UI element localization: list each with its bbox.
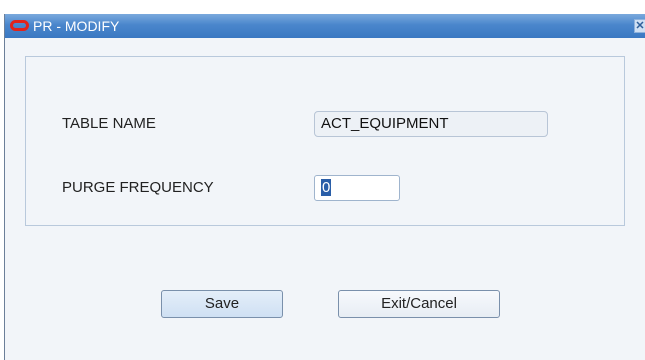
purge-frequency-label: PURGE FREQUENCY (62, 179, 214, 196)
form-panel: TABLE NAME ACT_EQUIPMENT PURGE FREQUENCY… (25, 56, 625, 226)
window-title: PR - MODIFY (33, 18, 120, 34)
exit-cancel-button[interactable]: Exit/Cancel (338, 290, 500, 318)
table-name-field: ACT_EQUIPMENT (314, 111, 548, 137)
save-button[interactable]: Save (161, 290, 283, 318)
oracle-logo-icon (10, 20, 29, 31)
dialog-window: PR - MODIFY ✕ TABLE NAME ACT_EQUIPMENT P… (4, 14, 645, 360)
title-bar[interactable]: PR - MODIFY ✕ (5, 14, 645, 38)
table-name-label: TABLE NAME (62, 115, 156, 132)
purge-frequency-value: 0 (321, 179, 332, 196)
close-icon[interactable]: ✕ (634, 19, 645, 33)
purge-frequency-input[interactable]: 0 (314, 175, 400, 201)
